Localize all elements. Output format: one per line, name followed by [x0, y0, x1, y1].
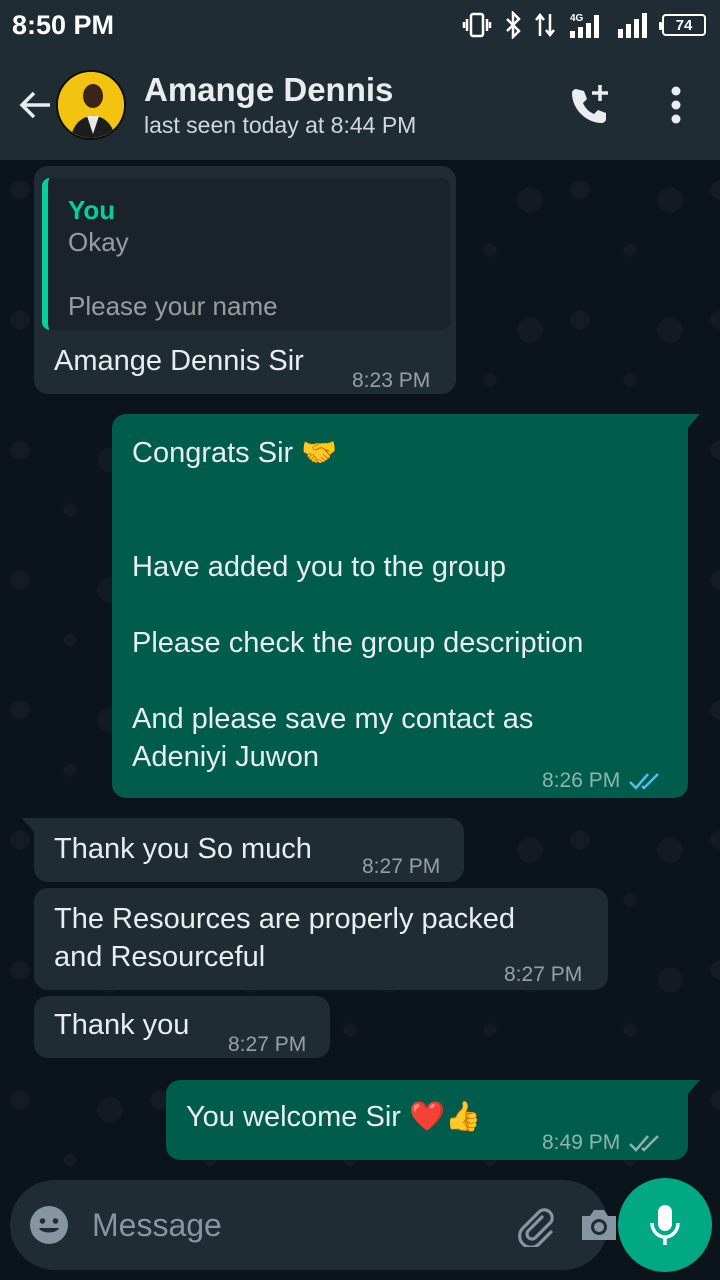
message-outgoing[interactable]: You welcome Sir ❤️👍 8:49 PM [166, 1080, 700, 1162]
bubble-tail [22, 818, 36, 834]
message-line: Adeniyi Juwon [132, 741, 319, 773]
message-input[interactable] [92, 1206, 512, 1244]
time-label: 8:27 PM [228, 1033, 307, 1056]
contact-name: Amange Dennis [144, 71, 394, 108]
message-line: Congrats Sir 🤝 [132, 437, 338, 469]
message-text: Thank you [54, 1009, 190, 1041]
message-incoming[interactable]: Thank you 8:27 PM [34, 996, 330, 1058]
time-label: 8:27 PM [504, 963, 583, 986]
more-vertical-icon [671, 86, 681, 124]
signal-icon [616, 11, 650, 39]
paperclip-icon [518, 1208, 554, 1247]
status-time: 8:50 PM [12, 9, 115, 40]
message-line: The Resources are properly packed [54, 903, 516, 935]
bubble-tail [686, 414, 700, 430]
emoji-icon [30, 1206, 68, 1244]
message-line: Have added you to the group [132, 551, 507, 583]
message-text: Amange Dennis Sir [54, 345, 304, 377]
chat-header: Amange Dennis last seen today at 8:44 PM [0, 50, 720, 160]
status-icons: 4G 74 [462, 11, 706, 39]
quote-text [68, 258, 430, 290]
quote-text: Please your name [68, 291, 278, 321]
camera-button[interactable] [578, 1201, 620, 1249]
message-line [132, 586, 583, 624]
quote-text: Okay [68, 227, 129, 257]
signal-4g-icon: 4G [568, 11, 604, 39]
bluetooth-icon [504, 11, 522, 39]
data-transfer-icon [534, 12, 556, 38]
vibrate-icon [462, 12, 492, 38]
emoji-button[interactable] [28, 1201, 70, 1249]
attach-button[interactable] [512, 1201, 556, 1249]
bubble-tail [686, 1080, 700, 1096]
message-composer [10, 1180, 616, 1270]
message-text: The Resources are properly packed and Re… [54, 900, 515, 976]
message-incoming[interactable]: You Okay Please your name Amange Dennis … [34, 166, 456, 394]
double-check-delivered-icon [629, 1135, 660, 1152]
microphone-icon [650, 1205, 680, 1245]
message-line: Please check the group description [132, 627, 584, 659]
message-line: and Resourceful [54, 941, 266, 973]
time-label: 8:27 PM [362, 855, 441, 878]
message-text: You welcome Sir ❤️👍 [186, 1101, 482, 1133]
message-outgoing[interactable]: Congrats Sir 🤝 Have added you to the gro… [112, 414, 700, 800]
message-text: Thank you So much [54, 833, 312, 865]
contact-status: last seen today at 8:44 PM [144, 112, 417, 138]
avatar[interactable] [56, 70, 126, 140]
message-line [132, 472, 583, 510]
time-label: 8:49 PM [542, 1131, 621, 1154]
quote-author: You [68, 195, 116, 225]
message-line [132, 510, 583, 548]
message-body: Congrats Sir 🤝 Have added you to the gro… [132, 434, 583, 776]
network-label: 4G [570, 13, 584, 24]
avatar-photo [58, 72, 124, 138]
add-call-button[interactable] [562, 77, 618, 133]
more-options-button[interactable] [648, 77, 704, 133]
double-check-read-icon [629, 773, 660, 790]
message-line: And please save my contact as [132, 703, 534, 735]
message-time: 8:23 PM [352, 362, 430, 400]
time-label: 8:26 PM [542, 769, 621, 792]
message-time: 8:26 PM [542, 762, 662, 800]
message-time: 8:49 PM [542, 1124, 662, 1162]
chat-area[interactable]: You Okay Please your name Amange Dennis … [0, 160, 720, 1170]
message-line [132, 662, 583, 700]
message-time: 8:27 PM [228, 1026, 306, 1064]
quoted-message[interactable]: You Okay Please your name [42, 178, 450, 330]
phone-plus-icon [572, 85, 608, 123]
message-time: 8:27 PM [362, 848, 440, 886]
battery-indicator: 74 [659, 14, 706, 36]
status-bar: 8:50 PM 4G 74 [0, 0, 720, 50]
back-button[interactable] [12, 81, 60, 129]
camera-icon [582, 1210, 616, 1240]
contact-info[interactable]: Amange Dennis last seen today at 8:44 PM [144, 70, 562, 140]
voice-message-button[interactable] [618, 1178, 712, 1272]
arrow-left-icon [19, 91, 50, 119]
time-label: 8:23 PM [352, 369, 431, 392]
message-time: 8:27 PM [504, 956, 582, 994]
message-incoming[interactable]: Thank you So much 8:27 PM [22, 818, 464, 882]
message-incoming[interactable]: The Resources are properly packed and Re… [34, 888, 608, 990]
